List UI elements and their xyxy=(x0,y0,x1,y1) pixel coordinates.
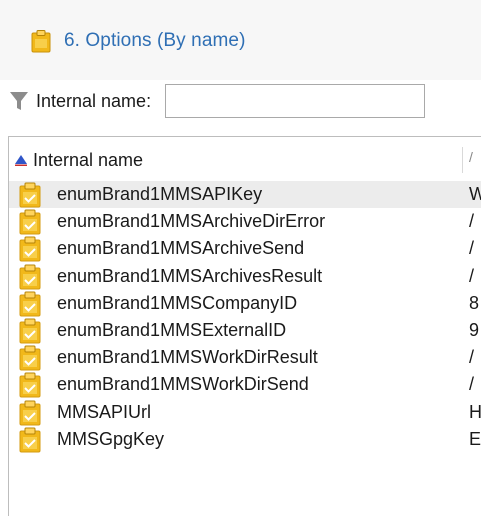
funnel-icon[interactable] xyxy=(8,89,30,113)
option-internal-name: enumBrand1MMSWorkDirSend xyxy=(57,374,309,395)
internal-name-filter-input[interactable] xyxy=(165,84,426,118)
option-clipboard-icon xyxy=(19,264,41,290)
list-item-8[interactable]: MMSAPIUrl H xyxy=(9,399,481,426)
option-value: E xyxy=(469,428,481,449)
option-value: H xyxy=(469,401,481,422)
page-title-row: 6. Options (By name) xyxy=(30,26,246,56)
option-value: / xyxy=(469,347,475,368)
list-item-3[interactable]: enumBrand1MMSArchivesResult / xyxy=(9,263,481,290)
clipboard-icon xyxy=(31,30,51,53)
option-value: 8 xyxy=(469,292,480,313)
option-value: / xyxy=(469,265,475,286)
option-clipboard-icon xyxy=(19,291,41,317)
option-value: / xyxy=(469,238,475,259)
option-value: W xyxy=(469,184,481,205)
option-internal-name: enumBrand1MMSExternalID xyxy=(57,320,287,341)
filter-bar: Internal name: xyxy=(8,80,481,122)
option-clipboard-icon xyxy=(19,372,41,398)
list-item-5[interactable]: enumBrand1MMSExternalID 9 xyxy=(9,317,481,344)
option-internal-name: MMSGpgKey xyxy=(57,428,165,449)
option-clipboard-icon xyxy=(19,318,41,344)
list-item-1[interactable]: enumBrand1MMSArchiveDirError / xyxy=(9,208,481,235)
option-internal-name: enumBrand1MMSArchiveSend xyxy=(57,238,305,259)
option-clipboard-icon xyxy=(19,236,41,262)
option-internal-name: enumBrand1MMSWorkDirResult xyxy=(57,347,318,368)
page-title: 6. Options (By name) xyxy=(64,30,246,51)
list-item-4[interactable]: enumBrand1MMSCompanyID 8 xyxy=(9,290,481,317)
sort-ascending-icon xyxy=(15,155,27,166)
options-rows: enumBrand1MMSAPIKey W enumBrand1MMSArchi… xyxy=(9,181,481,453)
option-internal-name: enumBrand1MMSCompanyID xyxy=(57,292,298,313)
list-item-0[interactable]: enumBrand1MMSAPIKey W xyxy=(9,181,481,209)
list-item-7[interactable]: enumBrand1MMSWorkDirSend / xyxy=(9,371,481,398)
list-item-2[interactable]: enumBrand1MMSArchiveSend / xyxy=(9,235,481,262)
option-clipboard-icon xyxy=(19,182,41,208)
filter-label: Internal name: xyxy=(36,90,152,111)
option-clipboard-icon xyxy=(19,400,41,425)
option-value: 9 xyxy=(469,320,480,341)
option-internal-name: enumBrand1MMSAPIKey xyxy=(57,184,263,205)
option-clipboard-icon xyxy=(19,427,41,453)
option-internal-name: MMSAPIUrl xyxy=(57,401,151,422)
options-list: Internal name / enumBrand1MMSAPIKey W en… xyxy=(8,136,481,516)
option-internal-name: enumBrand1MMSArchivesResult xyxy=(57,265,323,286)
column-header-label: Internal name xyxy=(33,149,144,170)
option-value: / xyxy=(469,374,475,395)
column-header-internal-name[interactable]: Internal name / xyxy=(9,145,481,175)
list-item-9[interactable]: MMSGpgKey E xyxy=(9,426,481,453)
column-header-value[interactable]: / xyxy=(469,149,473,165)
option-clipboard-icon xyxy=(19,345,41,371)
option-internal-name: enumBrand1MMSArchiveDirError xyxy=(57,211,326,232)
list-item-6[interactable]: enumBrand1MMSWorkDirResult / xyxy=(9,344,481,371)
option-clipboard-icon xyxy=(19,209,41,235)
option-value: / xyxy=(469,211,475,232)
column-separator[interactable] xyxy=(462,147,463,173)
